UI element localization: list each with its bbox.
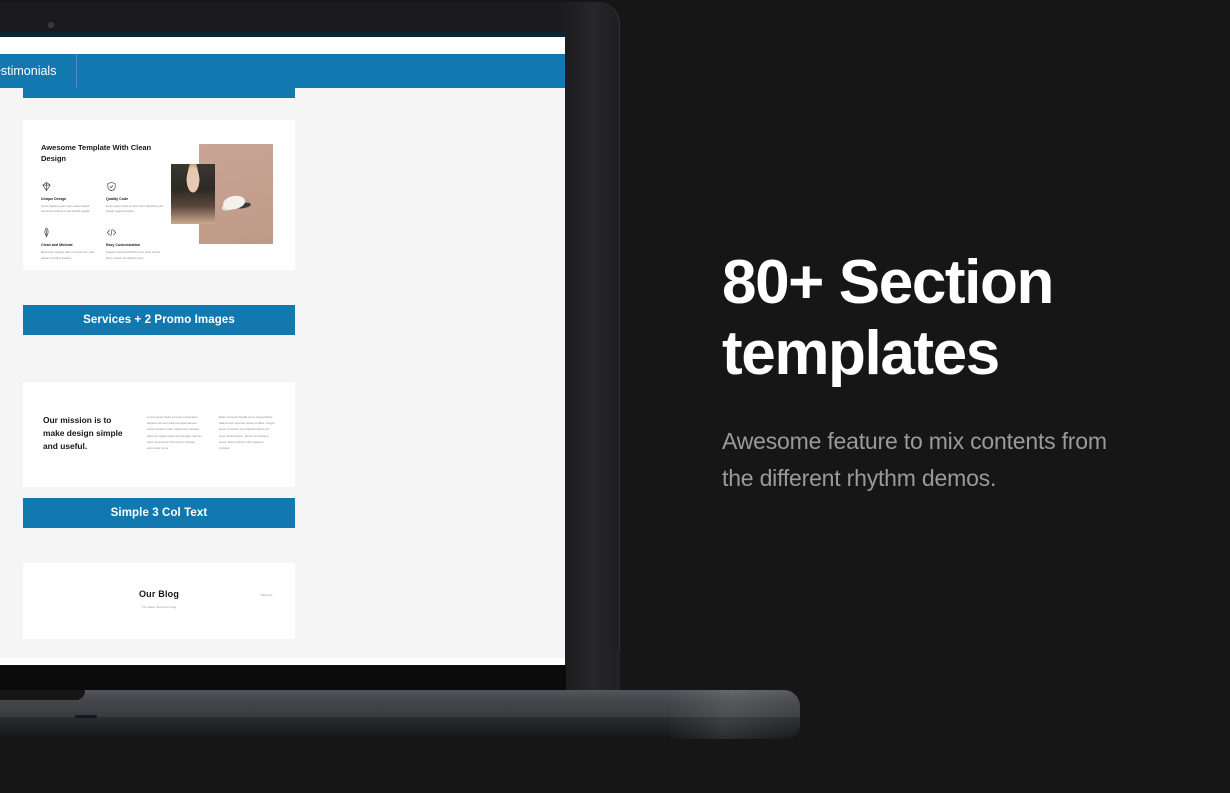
services-card: Awesome Template With Clean Design Uniqu… [23, 120, 295, 270]
diamond-icon [41, 181, 52, 192]
blog-view-all-link[interactable]: VIEW ALL [260, 593, 273, 597]
laptop-base [0, 690, 800, 744]
webcam-icon [48, 22, 54, 28]
screen-bottom-bezel [0, 665, 566, 692]
feature-grid: Unique Design Donec dapibus quam eget ne… [41, 181, 171, 274]
mission-heading: Our mission is to make design simple and… [43, 415, 123, 452]
section-services-two-promo[interactable]: Awesome Template With Clean Design Uniqu… [23, 120, 295, 335]
site-navbar[interactable]: ortfolio Pricing Services Testimonials [0, 54, 565, 88]
feather-icon [41, 227, 52, 238]
section-row-2: What we do. Why fastest-growing company … [0, 335, 565, 658]
feature-title: Easy Customization [106, 243, 141, 248]
base-notch [0, 690, 85, 700]
base-dimple [75, 715, 97, 718]
blog-subtitle: The latest news from blog [141, 605, 177, 610]
feature-item: Quality Code Lorem ipsum dolor sit amet … [106, 181, 171, 215]
shield-check-icon [106, 181, 117, 192]
blog-card: VIEW ALL Our Blog The latest news from b… [23, 563, 295, 640]
blog-heading: Our Blog [138, 589, 180, 600]
website-preview: ortfolio Pricing Services Testimonials [0, 37, 565, 659]
feature-body: Maecenas volutpat, diam in tempus leo. D… [41, 251, 95, 260]
laptop-screen: ortfolio Pricing Services Testimonials [0, 37, 565, 665]
feature-body: Donec dapibus quam eget neque blandit el… [41, 204, 90, 214]
top-strip-row [0, 88, 565, 98]
badge-simple-three-col-text[interactable]: Simple 3 Col Text [23, 498, 295, 529]
mission-column-2: Etiam sit amet fringilla purus suspendis… [219, 415, 275, 451]
feature-title: Unique Design [41, 196, 67, 201]
base-highlight [670, 690, 800, 739]
feature-item: Clean and Minimal Maecenas volutpat, dia… [41, 227, 106, 261]
feature-title: Quality Code [106, 196, 129, 201]
mission-card: Our mission is to make design simple and… [23, 382, 295, 488]
mission-column-1: Lorem ipsum dolor sit amet consectetur a… [147, 415, 202, 451]
strip-blue [23, 88, 295, 98]
section-row-1: Looking for exclusive digital services? … [0, 98, 565, 335]
site-canvas: Looking for exclusive digital services? … [0, 88, 565, 659]
section-simple-three-col-text[interactable]: Our mission is to make design simple and… [23, 382, 295, 658]
feature-body: Lorem ipsum dolor sit amet tortor adipis… [106, 204, 163, 214]
lid-sheen [560, 2, 620, 690]
laptop-mockup: ortfolio Pricing Services Testimonials [0, 0, 800, 793]
badge-services-two-promo[interactable]: Services + 2 Promo Images [23, 305, 295, 335]
services-text-column: Awesome Template With Clean Design Uniqu… [41, 142, 171, 270]
portrait-photo [171, 164, 215, 224]
services-image-column [171, 142, 277, 270]
top-strip-right [23, 88, 295, 98]
feature-item: Easy Customization Praesent sed blandit … [106, 227, 171, 261]
nav-item-testimonials[interactable]: Testimonials [0, 54, 78, 88]
services-heading: Awesome Template With Clean Design [41, 143, 152, 164]
promo-panel: 80+ Section templates Awesome feature to… [722, 248, 1142, 497]
laptop-lid: ortfolio Pricing Services Testimonials [0, 2, 620, 692]
feature-body: Praesent sed blandit finibus orci amet, … [106, 251, 160, 260]
feature-title: Clean and Minimal [41, 243, 73, 248]
page-title: 80+ Section templates [722, 248, 1054, 388]
code-brackets-icon [106, 227, 117, 238]
page-subtitle: Awesome feature to mix contents from the… [722, 428, 1107, 492]
feature-item: Unique Design Donec dapibus quam eget ne… [41, 181, 106, 215]
